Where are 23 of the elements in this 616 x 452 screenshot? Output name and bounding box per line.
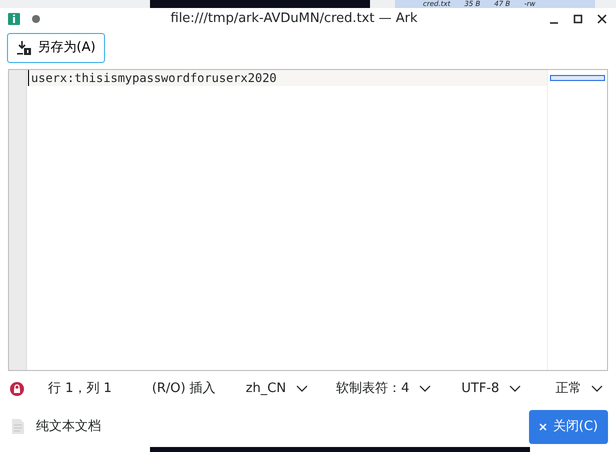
document-icon (12, 419, 24, 434)
status-dropdown[interactable]: zh_CN (246, 379, 308, 398)
chevron-down-icon (296, 384, 308, 393)
close-button[interactable]: 关闭(C) (528, 410, 608, 444)
file-type-label: 纯文本文档 (36, 418, 102, 436)
close-icon[interactable] (596, 13, 608, 25)
app-icon (8, 13, 20, 25)
status-dropdown[interactable]: UTF-8 (461, 379, 522, 398)
minimap-viewport[interactable] (550, 74, 605, 81)
status-dropdown[interactable]: 软制表符：4 (336, 379, 432, 398)
maximize-icon[interactable] (572, 13, 584, 25)
close-icon (538, 422, 547, 431)
chevron-down-icon (509, 384, 522, 393)
window-title: file:///tmp/ark-AVDuMN/cred.txt — Ark (170, 10, 418, 28)
chevron-down-icon (591, 384, 604, 393)
lock-icon (10, 382, 24, 396)
cursor-position: 行 1，列 1 (48, 380, 112, 398)
save-as-button[interactable]: 另存为(A) (6, 33, 105, 63)
status-dropdown[interactable]: 正常 (555, 379, 604, 398)
input-mode[interactable]: (R/O) 插入 (152, 379, 216, 398)
pin-dot-icon[interactable] (32, 15, 40, 23)
save-icon (16, 40, 32, 56)
chevron-down-icon (419, 384, 432, 393)
